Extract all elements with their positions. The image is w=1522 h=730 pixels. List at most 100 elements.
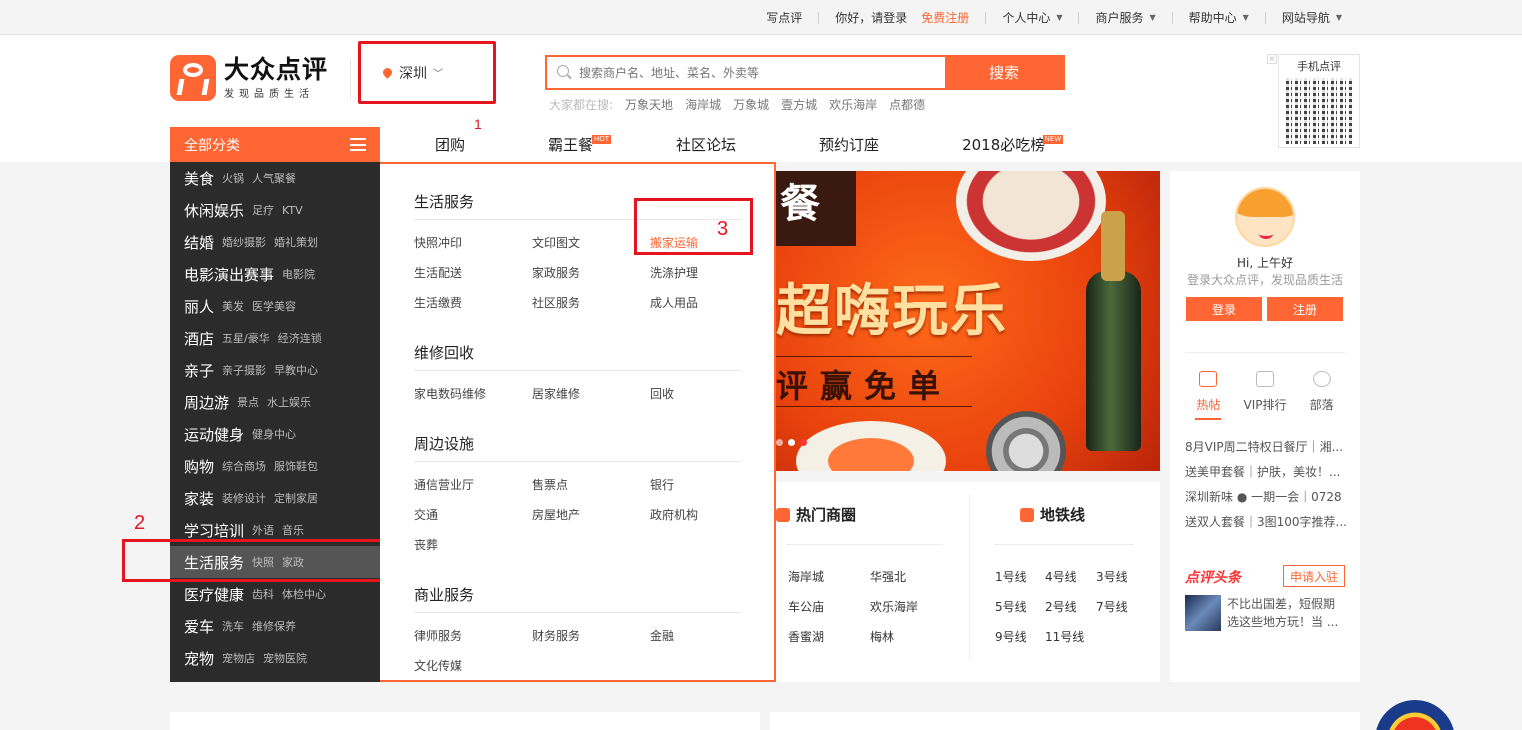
subcategory-link[interactable]: 外语 — [252, 522, 274, 538]
subcategory-link[interactable]: 经济连锁 — [278, 330, 322, 346]
dropdown-item-link[interactable]: 快照冲印 — [414, 228, 532, 258]
subcategory-link[interactable]: 宠物店 — [222, 650, 255, 666]
hot-search-link[interactable]: 海岸城 — [685, 96, 721, 113]
search-button[interactable]: 搜索 — [945, 57, 1063, 88]
sidebar-category[interactable]: 休闲娱乐 足疗 KTV — [170, 194, 380, 226]
subcategory-link[interactable]: 早教中心 — [274, 362, 318, 378]
dropdown-item-link[interactable]: 交通 — [414, 500, 532, 530]
hot-search-link[interactable]: 万象城 — [733, 96, 769, 113]
metro-line-link[interactable]: 9号线 — [995, 628, 1027, 645]
dropdown-item-link[interactable]: 政府机构 — [650, 500, 741, 530]
dropdown-item-link[interactable]: 文印图文 — [532, 228, 650, 258]
dropdown-item-link[interactable]: 居家维修 — [532, 379, 650, 409]
nav-item-free-meal[interactable]: 霸王餐 HOT — [493, 127, 621, 162]
dropdown-item-link[interactable]: 律师服务 — [414, 621, 532, 651]
nav-item-groupbuy[interactable]: 团购 — [380, 127, 493, 162]
dropdown-item-link[interactable]: 洗涤护理 — [650, 258, 741, 288]
news-link[interactable]: 不比出国差，短假期选这些地方玩！当 ... — [1227, 595, 1345, 631]
help-center-menu[interactable]: 帮助中心 ▼ — [1189, 9, 1249, 26]
dropdown-item-link[interactable]: 金融 — [650, 621, 741, 651]
subcategory-link[interactable]: 综合商场 — [222, 458, 266, 474]
metro-line-link[interactable]: 11号线 — [1045, 628, 1084, 645]
dropdown-item-link[interactable]: 家政服务 — [532, 258, 650, 288]
subcategory-link[interactable]: 医学美容 — [252, 298, 296, 314]
tab-tribe[interactable]: 部落 — [1297, 371, 1347, 420]
subcategory-link[interactable]: 水上娱乐 — [267, 394, 311, 410]
hot-area-link[interactable]: 华强北 — [870, 568, 906, 585]
search-input[interactable] — [573, 57, 945, 88]
subcategory-link[interactable]: 婚纱摄影 — [222, 234, 266, 250]
nav-item-forum[interactable]: 社区论坛 — [621, 127, 764, 162]
metro-line-link[interactable]: 4号线 — [1045, 568, 1077, 585]
post-link[interactable]: 送双人套餐｜3图100字推荐... — [1185, 513, 1347, 530]
close-icon[interactable]: × — [1267, 54, 1277, 64]
hot-area-link[interactable]: 欢乐海岸 — [870, 598, 918, 615]
subcategory-link[interactable]: 宠物医院 — [263, 650, 307, 666]
subcategory-link[interactable]: 维修保养 — [252, 618, 296, 634]
subcategory-link[interactable]: 足疗 — [252, 202, 274, 218]
dropdown-item-link[interactable]: 成人用品 — [650, 288, 741, 318]
write-review-link[interactable]: 写点评 — [766, 9, 802, 26]
all-categories-button[interactable]: 全部分类 — [170, 127, 380, 162]
hot-area-link[interactable]: 香蜜湖 — [788, 628, 824, 645]
sidebar-category[interactable]: 医疗健康 齿科 体检中心 — [170, 578, 380, 610]
dropdown-item-link[interactable]: 财务服务 — [532, 621, 650, 651]
hot-area-link[interactable]: 梅林 — [870, 628, 894, 645]
sidebar-category[interactable]: 丽人 美发 医学美容 — [170, 290, 380, 322]
metro-line-link[interactable]: 2号线 — [1045, 598, 1077, 615]
subcategory-link[interactable]: 五星/豪华 — [222, 330, 270, 346]
subcategory-link[interactable]: 装修设计 — [222, 490, 266, 506]
dropdown-item-link[interactable]: 文化传媒 — [414, 651, 532, 681]
site-nav-menu[interactable]: 网站导航 ▼ — [1282, 9, 1342, 26]
login-link[interactable]: 你好，请登录 — [835, 9, 907, 26]
sidebar-category[interactable]: 运动健身 健身中心 — [170, 418, 380, 450]
dropdown-item-link[interactable]: 回收 — [650, 379, 741, 409]
city-selector[interactable]: 深圳 ﹀ — [358, 41, 496, 104]
sidebar-category[interactable]: 亲子 亲子摄影 早教中心 — [170, 354, 380, 386]
metro-line-link[interactable]: 7号线 — [1096, 598, 1128, 615]
subcategory-link[interactable]: 亲子摄影 — [222, 362, 266, 378]
carousel-dots[interactable] — [776, 439, 807, 446]
subcategory-link[interactable]: 景点 — [237, 394, 259, 410]
sidebar-category[interactable]: 电影演出赛事 电影院 — [170, 258, 380, 290]
dropdown-item-link[interactable]: 通信营业厅 — [414, 470, 532, 500]
tab-vip-ranking[interactable]: VIP排行 — [1240, 371, 1290, 420]
subcategory-link[interactable]: 美发 — [222, 298, 244, 314]
promo-banner[interactable]: 餐 超嗨玩乐 评赢免单 — [776, 171, 1160, 471]
dropdown-item-link[interactable]: 生活缴费 — [414, 288, 532, 318]
subcategory-link[interactable]: 洗车 — [222, 618, 244, 634]
dropdown-item-link[interactable]: 社区服务 — [532, 288, 650, 318]
subcategory-link[interactable]: 体检中心 — [282, 586, 326, 602]
sidebar-category[interactable]: 周边游 景点 水上娱乐 — [170, 386, 380, 418]
register-link[interactable]: 免费注册 — [921, 9, 969, 26]
sidebar-category[interactable]: 家装 装修设计 定制家居 — [170, 482, 380, 514]
post-link[interactable]: 8月VIP周二特权日餐厅｜湘... — [1185, 438, 1347, 455]
subcategory-link[interactable]: 人气聚餐 — [252, 170, 296, 186]
police-badge-icon[interactable] — [1375, 700, 1455, 730]
subcategory-link[interactable]: 齿科 — [252, 586, 274, 602]
dropdown-item-link[interactable]: 生活配送 — [414, 258, 532, 288]
login-button[interactable]: 登录 — [1186, 297, 1262, 321]
dropdown-item-link[interactable]: 银行 — [650, 470, 741, 500]
hot-area-link[interactable]: 车公庙 — [788, 598, 824, 615]
post-link[interactable]: 深圳新味 ● 一期一会｜0728 — [1185, 488, 1347, 505]
sidebar-category[interactable]: 宠物 宠物店 宠物医院 — [170, 642, 380, 674]
hot-search-link[interactable]: 壹方城 — [781, 96, 817, 113]
apply-button[interactable]: 申请入驻 — [1283, 565, 1345, 587]
subcategory-link[interactable]: 电影院 — [282, 266, 315, 282]
nav-item-reservation[interactable]: 预约订座 — [764, 127, 907, 162]
hot-search-link[interactable]: 万象天地 — [625, 96, 673, 113]
subcategory-link[interactable]: 音乐 — [282, 522, 304, 538]
tab-hot-posts[interactable]: 热帖 — [1183, 371, 1233, 420]
dropdown-item-link[interactable]: 房屋地产 — [532, 500, 650, 530]
dropdown-item-link[interactable]: 售票点 — [532, 470, 650, 500]
nav-item-must-eat[interactable]: 2018必吃榜 NEW — [907, 127, 1073, 162]
personal-center-menu[interactable]: 个人中心 ▼ — [1002, 9, 1062, 26]
subcategory-link[interactable]: 健身中心 — [252, 426, 296, 442]
subcategory-link[interactable]: 婚礼策划 — [274, 234, 318, 250]
register-button[interactable]: 注册 — [1267, 297, 1343, 321]
merchant-service-menu[interactable]: 商户服务 ▼ — [1095, 9, 1155, 26]
hot-search-link[interactable]: 欢乐海岸 — [829, 96, 877, 113]
sidebar-category[interactable]: 美食 火锅 人气聚餐 — [170, 162, 380, 194]
sidebar-category[interactable]: 爱车 洗车 维修保养 — [170, 610, 380, 642]
